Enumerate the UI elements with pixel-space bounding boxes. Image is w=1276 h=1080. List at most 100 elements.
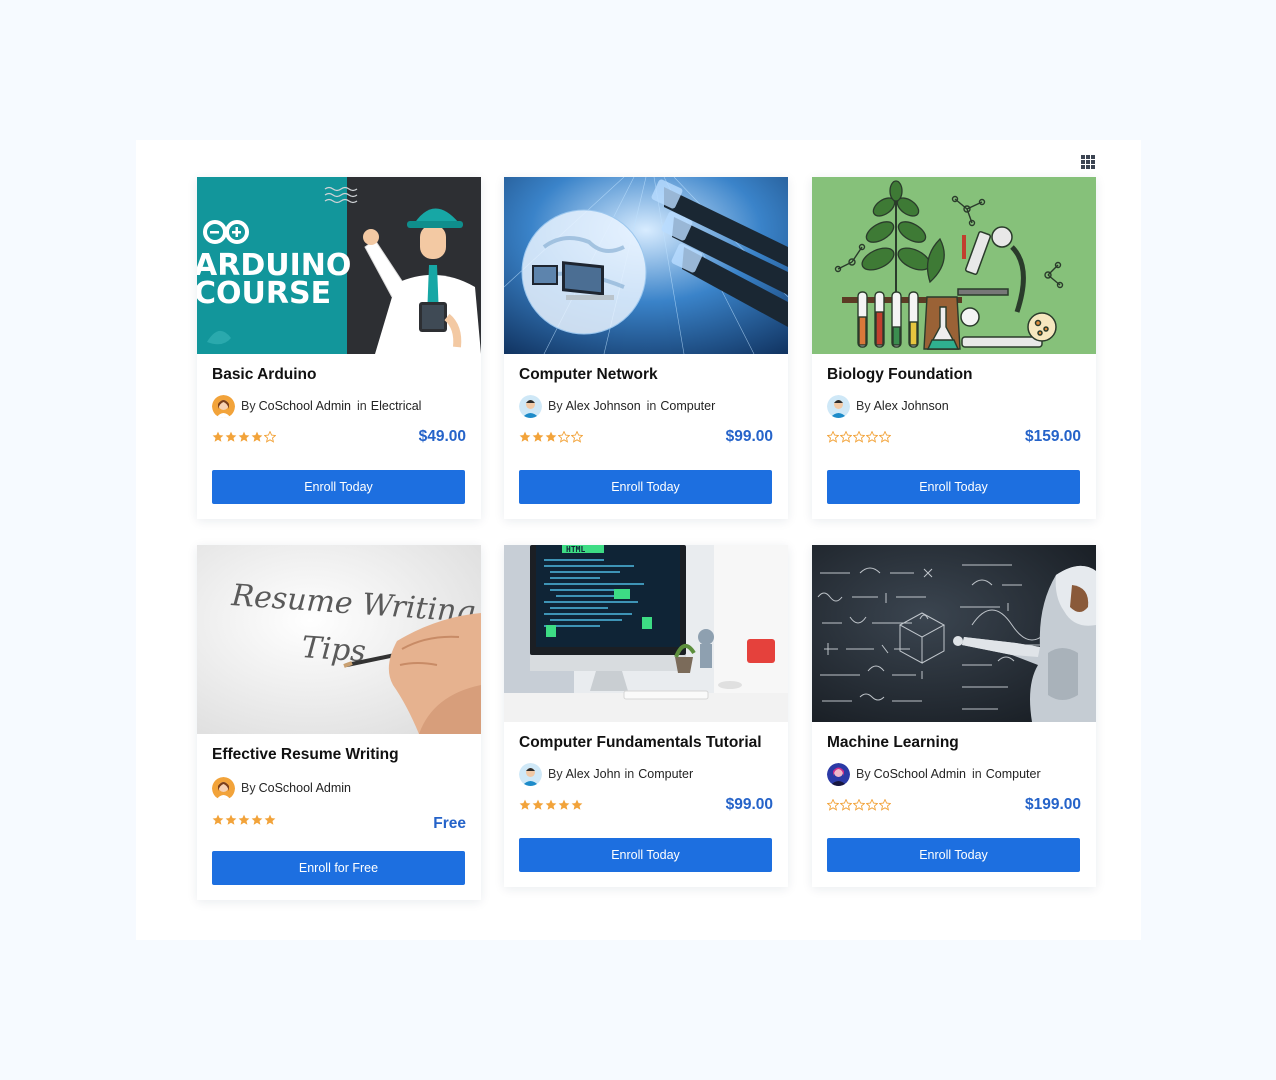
- star-rating: [212, 431, 276, 443]
- course-thumbnail[interactable]: [812, 545, 1096, 722]
- star-filled-icon: [558, 799, 570, 810]
- author-link[interactable]: Alex John: [566, 767, 621, 781]
- avatar: [519, 762, 542, 786]
- star-filled-icon: [532, 799, 544, 810]
- author-link[interactable]: CoSchool Admin: [874, 767, 966, 781]
- by-label: By: [548, 399, 563, 413]
- course-title[interactable]: Basic Arduino: [212, 365, 466, 385]
- star-filled-icon: [238, 431, 250, 442]
- by-label: By: [548, 767, 563, 781]
- category-link[interactable]: Computer: [660, 399, 715, 413]
- course-meta: By Alex Johnson: [827, 394, 1081, 418]
- author-link[interactable]: CoSchool Admin: [259, 399, 351, 413]
- avatar: [212, 776, 235, 800]
- enroll-button[interactable]: Enroll Today: [519, 838, 772, 872]
- by-label: By: [856, 767, 871, 781]
- course-meta: By Alex Johnson in Computer: [519, 394, 773, 418]
- avatar: [827, 394, 850, 418]
- in-label: in: [624, 767, 635, 781]
- course-grid-panel: ARDUINO COURSE Basic Arduino By CoSchool…: [136, 140, 1141, 940]
- course-price: Free: [433, 815, 466, 832]
- course-card: HTML Computer Fundamentals Tutorial By A…: [504, 545, 788, 887]
- course-price: $99.00: [725, 428, 773, 445]
- star-filled-icon: [212, 431, 224, 442]
- star-rating: [519, 799, 583, 811]
- star-filled-icon: [571, 799, 583, 810]
- star-empty-icon: [879, 431, 891, 443]
- enroll-button[interactable]: Enroll Today: [519, 470, 772, 504]
- star-filled-icon: [251, 431, 263, 442]
- image-text-html: HTML: [566, 545, 585, 554]
- enroll-button[interactable]: Enroll Today: [827, 838, 1080, 872]
- star-empty-icon: [264, 431, 276, 443]
- star-empty-icon: [853, 799, 865, 811]
- star-filled-icon: [264, 814, 276, 825]
- course-meta: By Alex John in Computer: [519, 762, 773, 786]
- course-price: $49.00: [418, 428, 466, 445]
- star-filled-icon: [225, 814, 237, 825]
- course-title[interactable]: Effective Resume Writing: [212, 745, 466, 765]
- enroll-button[interactable]: Enroll Today: [212, 470, 465, 504]
- course-card: ARDUINO COURSE Basic Arduino By CoSchool…: [197, 177, 481, 519]
- grid-view-icon[interactable]: [1081, 155, 1096, 169]
- star-rating: [827, 431, 891, 443]
- course-thumbnail[interactable]: ARDUINO COURSE: [197, 177, 481, 354]
- star-empty-icon: [827, 431, 839, 443]
- course-thumbnail[interactable]: [504, 177, 788, 354]
- course-card: Machine Learning By CoSchool Admin in Co…: [812, 545, 1096, 887]
- star-empty-icon: [840, 431, 852, 443]
- avatar: [827, 762, 850, 786]
- course-thumbnail[interactable]: Resume Writing Tips: [197, 545, 481, 734]
- course-title[interactable]: Machine Learning: [827, 733, 1081, 753]
- course-meta: By CoSchool Admin in Computer: [827, 762, 1081, 786]
- image-text-course: COURSE: [197, 276, 331, 311]
- star-rating: [827, 799, 891, 811]
- star-empty-icon: [571, 431, 583, 443]
- course-card: Computer Network By Alex Johnson in Comp…: [504, 177, 788, 519]
- star-filled-icon: [519, 431, 531, 442]
- star-empty-icon: [840, 799, 852, 811]
- author-link[interactable]: Alex Johnson: [874, 399, 949, 413]
- star-rating: [519, 431, 583, 443]
- course-meta: By CoSchool Admin in Electrical: [212, 394, 466, 418]
- in-label: in: [646, 399, 657, 413]
- star-filled-icon: [519, 799, 531, 810]
- star-empty-icon: [866, 799, 878, 811]
- by-label: By: [241, 399, 256, 413]
- star-empty-icon: [827, 799, 839, 811]
- star-empty-icon: [866, 431, 878, 443]
- course-title[interactable]: Biology Foundation: [827, 365, 1081, 385]
- category-link[interactable]: Computer: [638, 767, 693, 781]
- course-title[interactable]: Computer Network: [519, 365, 773, 385]
- course-card: Biology Foundation By Alex Johnson $159.…: [812, 177, 1096, 519]
- course-title[interactable]: Computer Fundamentals Tutorial: [519, 733, 773, 753]
- star-filled-icon: [545, 799, 557, 810]
- author-link[interactable]: CoSchool Admin: [259, 781, 351, 795]
- in-label: in: [972, 767, 982, 781]
- star-filled-icon: [225, 431, 237, 442]
- course-meta: By CoSchool Admin: [212, 776, 466, 800]
- enroll-button[interactable]: Enroll Today: [827, 470, 1080, 504]
- course-thumbnail[interactable]: HTML: [504, 545, 788, 722]
- star-empty-icon: [853, 431, 865, 443]
- course-price: $99.00: [725, 796, 773, 813]
- author-link[interactable]: Alex Johnson: [566, 399, 641, 413]
- course-price: $159.00: [1024, 428, 1081, 445]
- category-link[interactable]: Computer: [986, 767, 1041, 781]
- star-empty-icon: [558, 431, 570, 443]
- star-filled-icon: [251, 814, 263, 825]
- star-empty-icon: [879, 799, 891, 811]
- course-card: Resume Writing Tips Effective Resume Wri…: [197, 545, 481, 900]
- star-rating: [212, 814, 276, 826]
- by-label: By: [856, 399, 871, 413]
- in-label: in: [357, 399, 367, 413]
- avatar: [212, 394, 235, 418]
- avatar: [519, 394, 542, 418]
- star-filled-icon: [238, 814, 250, 825]
- category-link[interactable]: Electrical: [371, 399, 422, 413]
- course-price: $199.00: [1024, 796, 1081, 813]
- enroll-button[interactable]: Enroll for Free: [212, 851, 465, 885]
- star-filled-icon: [532, 431, 544, 442]
- by-label: By: [241, 781, 256, 795]
- course-thumbnail[interactable]: [812, 177, 1096, 354]
